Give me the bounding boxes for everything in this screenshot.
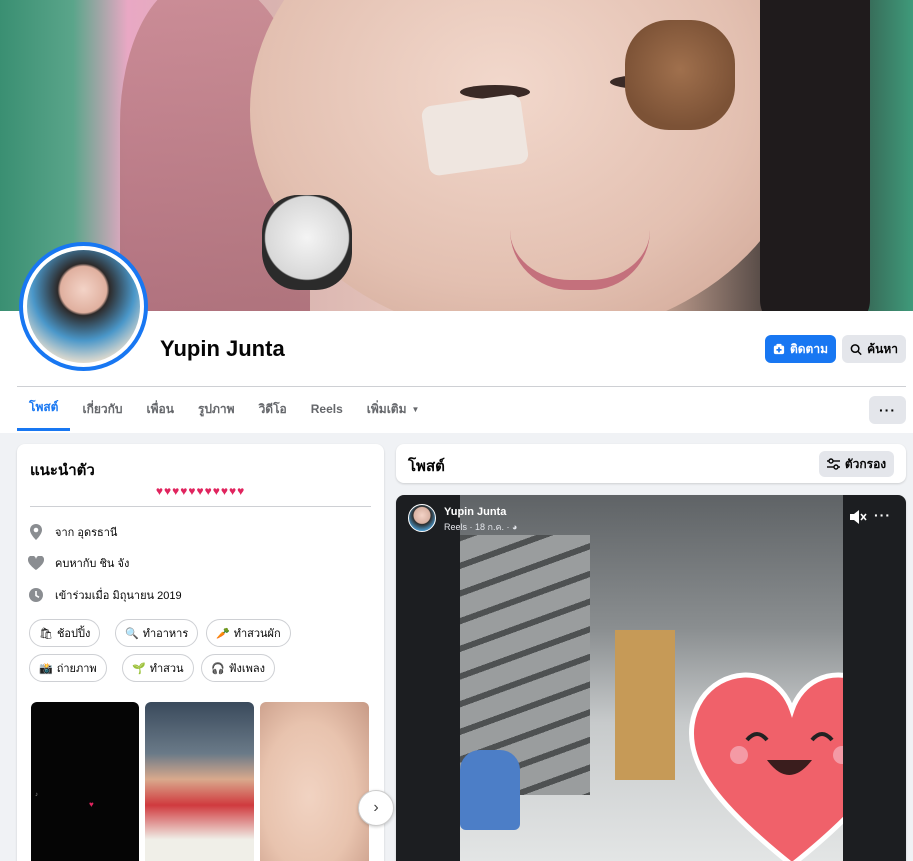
- heart-icon: ♥: [89, 800, 94, 809]
- profile-header: Yupin Junta ติดตาม ค้นหา โพสต์ เกี่ยวกับ…: [0, 0, 913, 433]
- featured-photo[interactable]: [145, 702, 254, 861]
- posts-header: โพสต์ ตัวกรอง: [396, 444, 906, 483]
- search-icon: [850, 343, 862, 355]
- follow-label: ติดตาม: [789, 341, 828, 356]
- location-pin-icon: [28, 524, 44, 540]
- filter-icon: [826, 458, 840, 470]
- reel-meta: Reels · 18 ก.ค. · ◕: [444, 522, 518, 532]
- hobby-chip[interactable]: 🔍 ทำอาหาร: [115, 619, 199, 647]
- featured-photos: ♪ ♥: [31, 702, 369, 861]
- hobby-label: ทำสวน: [149, 663, 184, 675]
- cover-photo[interactable]: [0, 0, 913, 311]
- headphones-icon: 🎧: [211, 662, 225, 675]
- clock-icon: [28, 587, 44, 603]
- bear-sticker: [625, 20, 735, 130]
- hobby-label: ทำสวนผัก: [233, 628, 281, 640]
- more-options-button[interactable]: ···: [869, 396, 906, 424]
- camera-icon: 📸: [39, 662, 53, 675]
- video-water-bottle: [460, 750, 520, 830]
- posts-title: โพสต์: [408, 458, 445, 475]
- info-joined: เข้าร่วมเมื่อ มิถุนายน 2019: [28, 586, 182, 604]
- reel-video[interactable]: [460, 495, 843, 861]
- heart-face-sticker: [688, 672, 843, 861]
- magnifier-icon: 🔍: [125, 627, 139, 640]
- info-relationship-text: คบหากับ ชิน จัง: [55, 558, 130, 570]
- caret-down-icon: ▼: [411, 404, 420, 414]
- tab-videos[interactable]: วิดีโอ: [247, 387, 299, 431]
- cover-hair-right: [760, 0, 870, 311]
- filter-label: ตัวกรอง: [844, 456, 887, 471]
- shopping-bag-icon: 🛍: [39, 627, 53, 640]
- reel-author-avatar[interactable]: [408, 504, 436, 532]
- panda-sticker: [262, 195, 352, 290]
- tab-label: เกี่ยวกับ: [82, 401, 123, 416]
- follow-button[interactable]: ติดตาม: [765, 335, 836, 363]
- intro-title: แนะนำตัว: [30, 462, 95, 479]
- tab-about[interactable]: เกี่ยวกับ: [70, 387, 134, 431]
- hobby-label: ถ่ายภาพ: [56, 663, 97, 675]
- hobby-chip[interactable]: 🌱 ทำสวน: [122, 654, 194, 682]
- seedling-icon: 🌱: [132, 662, 146, 675]
- mute-icon[interactable]: [849, 509, 867, 525]
- tab-more[interactable]: เพิ่มเติม ▼: [355, 387, 432, 431]
- avatar-image: [27, 250, 140, 363]
- video-door: [615, 630, 675, 780]
- tab-label: Reels: [310, 402, 343, 416]
- hobby-chip[interactable]: 🎧 ฟังเพลง: [201, 654, 275, 682]
- tab-friends[interactable]: เพื่อน: [135, 387, 186, 431]
- tab-photos[interactable]: รูปภาพ: [186, 387, 247, 431]
- reel-author-name[interactable]: Yupin Junta: [444, 506, 506, 518]
- info-joined-text: เข้าร่วมเมื่อ มิถุนายน 2019: [55, 590, 182, 602]
- intro-divider: [30, 506, 371, 507]
- tiktok-icon: ♪: [35, 792, 38, 798]
- hobby-label: ทำอาหาร: [142, 628, 189, 640]
- chevron-right-icon[interactable]: ›: [358, 790, 394, 826]
- reel-post[interactable]: Yupin Junta Reels · 18 ก.ค. · ◕ ···: [396, 495, 906, 861]
- hobby-chip[interactable]: 🥕 ทำสวนผัก: [206, 619, 291, 647]
- info-from: จาก อุดรธานี: [28, 523, 117, 541]
- profile-name: Yupin Junta: [160, 336, 285, 361]
- tab-label: รูปภาพ: [197, 401, 235, 416]
- featured-photo[interactable]: [260, 702, 369, 861]
- tab-label: เพื่อน: [146, 401, 174, 416]
- tab-label: โพสต์: [29, 400, 59, 414]
- search-label: ค้นหา: [867, 341, 898, 356]
- bears-logo-sticker: [420, 93, 530, 177]
- reel-more-options-icon[interactable]: ···: [874, 507, 891, 523]
- tab-reels[interactable]: Reels: [299, 387, 355, 431]
- profile-avatar[interactable]: [19, 242, 148, 371]
- info-from-text: จาก อุดรธานี: [55, 527, 118, 539]
- hobby-chip[interactable]: 🛍 ช้อปปิ้ง: [29, 619, 101, 647]
- follow-icon: [773, 343, 785, 355]
- hobby-label: ช้อปปิ้ง: [56, 628, 91, 640]
- tab-label: เพิ่มเติม: [366, 401, 407, 416]
- tab-label: วิดีโอ: [258, 401, 287, 416]
- info-relationship: คบหากับ ชิน จัง: [28, 554, 129, 572]
- hobby-chip[interactable]: 📸 ถ่ายภาพ: [29, 654, 107, 682]
- featured-photo[interactable]: ♪ ♥: [31, 702, 139, 861]
- hobby-label: ฟังเพลง: [228, 663, 265, 675]
- carrot-icon: 🥕: [216, 627, 230, 640]
- profile-tabs: โพสต์ เกี่ยวกับ เพื่อน รูปภาพ วิดีโอ Ree…: [17, 387, 431, 431]
- heart-icon: [28, 555, 44, 571]
- search-button[interactable]: ค้นหา: [842, 335, 906, 363]
- intro-bio: ♥♥♥♥♥♥♥♥♥♥♥: [155, 484, 246, 498]
- tab-posts[interactable]: โพสต์: [17, 387, 71, 431]
- filter-button[interactable]: ตัวกรอง: [819, 451, 894, 477]
- intro-card: แนะนำตัว ♥♥♥♥♥♥♥♥♥♥♥ จาก อุดรธานี คบหากั…: [17, 444, 384, 861]
